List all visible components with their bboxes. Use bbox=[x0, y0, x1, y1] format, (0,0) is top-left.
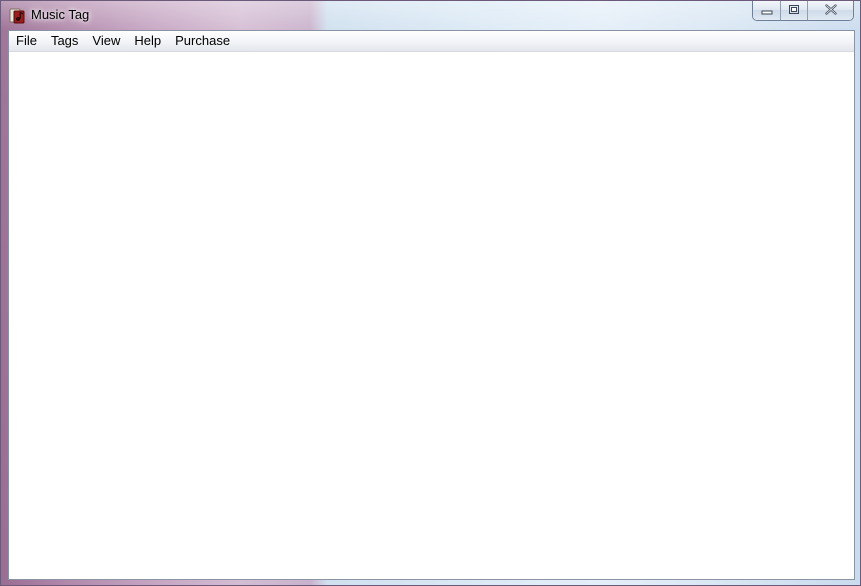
menu-purchase[interactable]: Purchase bbox=[168, 31, 237, 51]
music-tag-window: Music Tag File Tags View Help Purchase bbox=[0, 0, 861, 586]
menu-help[interactable]: Help bbox=[127, 31, 168, 51]
minimize-button[interactable] bbox=[753, 1, 780, 20]
main-content-area[interactable] bbox=[9, 52, 854, 579]
menu-tags[interactable]: Tags bbox=[44, 31, 85, 51]
minimize-icon bbox=[761, 2, 773, 20]
menu-view[interactable]: View bbox=[85, 31, 127, 51]
menu-file[interactable]: File bbox=[9, 31, 44, 51]
window-title: Music Tag bbox=[31, 7, 90, 22]
maximize-button[interactable] bbox=[780, 1, 807, 20]
close-button[interactable] bbox=[807, 1, 853, 20]
client-area: File Tags View Help Purchase bbox=[8, 30, 855, 580]
menu-bar: File Tags View Help Purchase bbox=[9, 31, 854, 52]
caption-buttons bbox=[752, 1, 854, 21]
maximize-icon bbox=[788, 2, 800, 20]
music-tag-app-icon[interactable] bbox=[9, 7, 26, 24]
title-bar[interactable]: Music Tag bbox=[1, 1, 860, 30]
close-icon bbox=[824, 2, 837, 20]
